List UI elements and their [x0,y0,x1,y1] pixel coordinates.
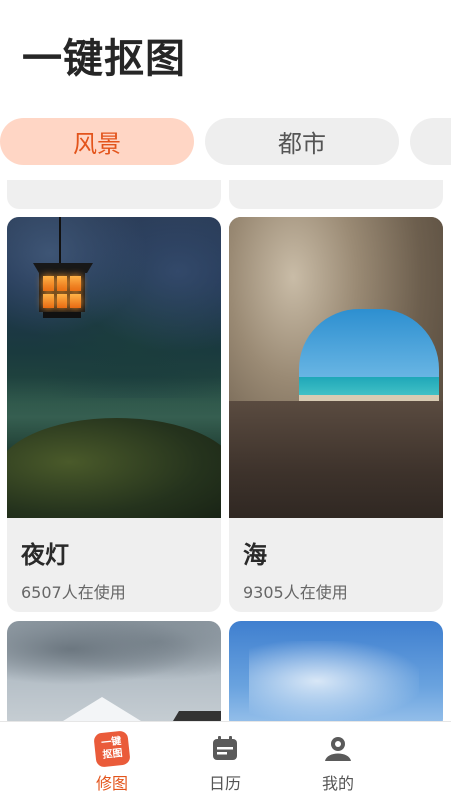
template-name: 夜灯 [21,541,69,569]
template-card-mountain[interactable] [7,621,221,731]
bottom-navigation: 一键 抠图 修图 日历 我的 [0,721,451,796]
sky-image [229,621,443,731]
cutout-logo-icon: 一键 抠图 [93,730,131,768]
user-icon [321,732,355,766]
template-card-night-lamp[interactable]: 夜灯 6507人在使用 [7,217,221,612]
calendar-icon [208,732,242,766]
template-card-sky[interactable] [229,621,443,731]
page-title: 一键抠图 [22,36,186,82]
sea-cave-image [229,217,443,518]
template-name: 海 [243,541,267,569]
night-lamp-image [7,217,221,518]
tab-scenery[interactable]: 风景 [0,118,194,165]
nav-label: 日历 [208,774,241,793]
nav-label: 修图 [95,774,128,793]
template-usage: 9305人在使用 [243,583,348,602]
nav-label: 我的 [321,774,354,793]
tab-next[interactable] [410,118,451,165]
nav-item-calendar[interactable]: 日历 [180,732,270,794]
nav-item-profile[interactable]: 我的 [293,732,383,794]
lantern-icon [39,272,85,312]
category-tabs: 风景 都市 [0,118,451,166]
previous-card-left[interactable] [7,180,221,209]
template-card-sea[interactable]: 海 9305人在使用 [229,217,443,612]
mountain-image [7,621,221,731]
template-usage: 6507人在使用 [21,583,126,602]
nav-item-edit[interactable]: 一键 抠图 修图 [67,730,157,794]
tab-city[interactable]: 都市 [205,118,399,165]
previous-card-right[interactable] [229,180,443,209]
